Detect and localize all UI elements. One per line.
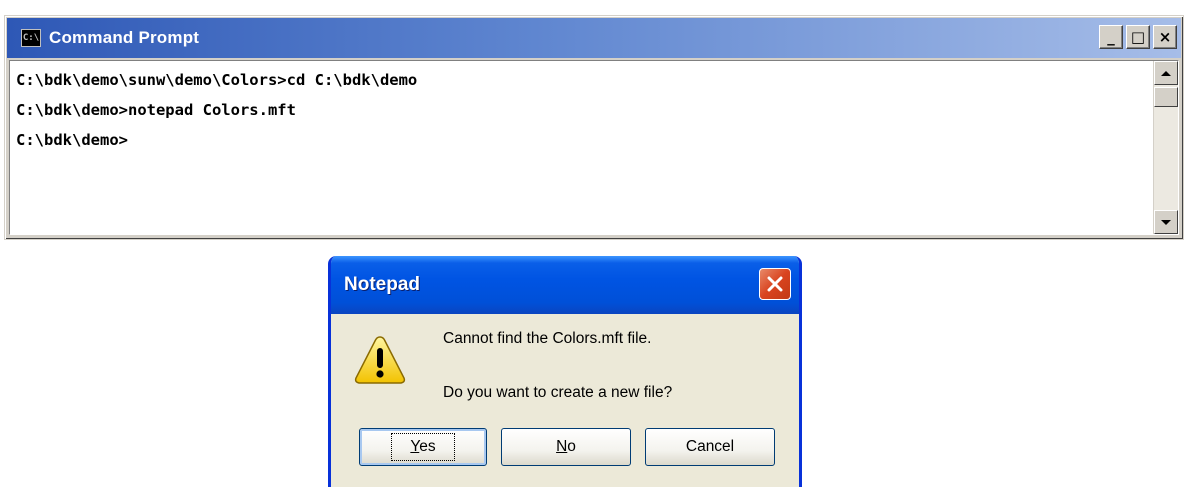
yes-rest: es — [419, 438, 436, 455]
vertical-scrollbar[interactable] — [1153, 61, 1178, 234]
yes-button-label: Yes — [391, 433, 455, 461]
maximize-icon: □ — [1130, 27, 1146, 46]
console-line: C:\bdk\demo>notepad Colors.mft — [16, 101, 296, 119]
close-button[interactable]: × — [1153, 25, 1177, 49]
cmd-window-controls: _ □ × — [1099, 25, 1177, 49]
no-mnemonic: N — [556, 438, 568, 455]
no-button[interactable]: No — [501, 428, 631, 466]
arrow-down-icon — [1161, 219, 1171, 225]
command-prompt-window: C:\ Command Prompt _ □ × C:\bdk\demo\sun… — [4, 15, 1184, 240]
scroll-up-button[interactable] — [1154, 61, 1178, 85]
cancel-button-label: Cancel — [685, 438, 735, 455]
scroll-thumb[interactable] — [1154, 87, 1178, 107]
minimize-button[interactable]: _ — [1099, 25, 1123, 49]
close-icon — [767, 276, 783, 292]
arrow-up-icon — [1161, 70, 1171, 76]
no-rest: o — [567, 438, 576, 455]
no-button-label: No — [556, 438, 576, 456]
notepad-dialog: Notepad Cannot find the Colors.mft file.… — [328, 256, 802, 487]
minimize-icon: _ — [1107, 27, 1115, 46]
warning-icon — [354, 336, 406, 384]
console-icon: C:\ — [21, 29, 41, 47]
yes-button[interactable]: Yes — [359, 428, 487, 466]
cmd-window-title: Command Prompt — [49, 28, 200, 47]
cmd-title-bar[interactable]: C:\ Command Prompt _ □ × — [7, 18, 1181, 58]
dialog-title-bar[interactable]: Notepad — [331, 256, 799, 314]
console-line: C:\bdk\demo\sunw\demo\Colors>cd C:\bdk\d… — [16, 71, 418, 89]
console-line: C:\bdk\demo> — [16, 131, 128, 149]
dialog-message: Cannot find the Colors.mft file. — [443, 330, 652, 347]
console-output[interactable]: C:\bdk\demo\sunw\demo\Colors>cd C:\bdk\d… — [10, 61, 1153, 234]
close-icon: × — [1158, 27, 1172, 46]
yes-mnemonic: Y — [410, 438, 420, 455]
scroll-down-button[interactable] — [1154, 210, 1178, 234]
dialog-question: Do you want to create a new file? — [443, 384, 673, 401]
dialog-close-button[interactable] — [759, 268, 791, 300]
cmd-client-area: C:\bdk\demo\sunw\demo\Colors>cd C:\bdk\d… — [9, 60, 1179, 235]
dialog-title: Notepad — [344, 274, 420, 295]
dialog-body: Cannot find the Colors.mft file. Do you … — [331, 314, 799, 487]
cancel-button[interactable]: Cancel — [645, 428, 775, 466]
maximize-button[interactable]: □ — [1126, 25, 1150, 49]
